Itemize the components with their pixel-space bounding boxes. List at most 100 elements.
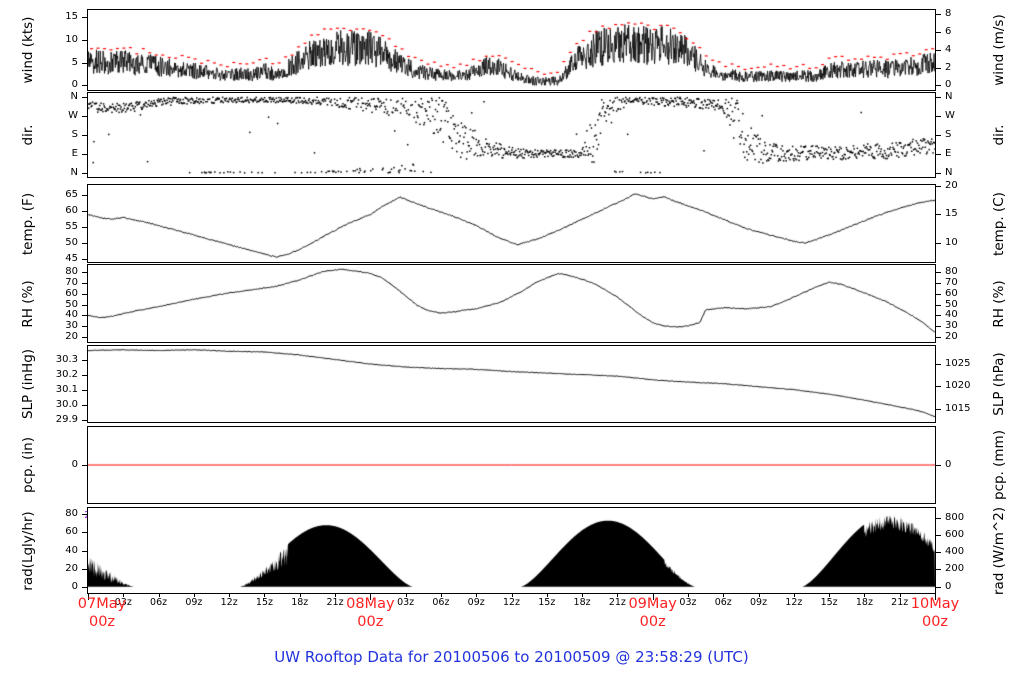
wind-left-tick-label: 15	[65, 10, 78, 22]
dir-right-tick-label: N	[945, 91, 953, 103]
rh-right-tick-label: 80	[945, 266, 958, 278]
time-axis-hour-label: 09z	[749, 597, 768, 608]
rad-left-tick-label: 60	[65, 526, 78, 538]
slp-left-tick-label: 30.3	[55, 353, 78, 365]
time-axis-hour-label: 18z	[855, 597, 873, 608]
time-axis-hour-label: 15z	[820, 597, 838, 608]
rad-right-axis-title: rad (W/m^2)	[991, 506, 1007, 595]
meteogram-figure: UW Rooftop Data for 20100506 to 20100509…	[0, 0, 1024, 700]
rad-right-tick-label: 800	[945, 511, 965, 523]
dir-right-tick-label: E	[945, 147, 952, 159]
wind-right-tick-label: 0	[945, 79, 952, 91]
time-axis-hour-label: 18z	[573, 597, 591, 608]
slp-left-tick-label: 30.1	[55, 383, 78, 395]
rh-plot-canvas	[88, 265, 935, 342]
temp-right-tick-label: 10	[945, 236, 958, 248]
rad-left-tick-label: 20	[65, 562, 78, 574]
time-axis-hour-label: 12z	[220, 597, 238, 608]
wind-right-tick-label: 2	[945, 61, 952, 73]
slp-right-tick-label: 1020	[945, 380, 971, 392]
temp-left-tick-label: 55	[65, 221, 78, 233]
figure-title: UW Rooftop Data for 20100506 to 20100509…	[274, 648, 749, 666]
day-label-date: 09May	[628, 596, 677, 612]
time-axis-hour-label: 06z	[714, 597, 732, 608]
rad-left-axis-title: rad(Lgly/hr)	[20, 510, 36, 591]
wind-right-tick-label: 6	[945, 26, 952, 38]
dir-left-tick-label: W	[68, 110, 78, 122]
time-axis-hour-label: 06z	[432, 597, 450, 608]
time-axis-hour-label: 09z	[467, 597, 485, 608]
wind-left-tick-label: 5	[71, 56, 78, 68]
wind-panel	[87, 9, 936, 91]
time-axis-hour-label: 18z	[291, 597, 309, 608]
rh-left-tick-label: 30	[65, 319, 78, 331]
slp-left-tick-label: 29.9	[55, 413, 78, 425]
day-label-date: 10May	[910, 596, 960, 612]
rh-left-tick-label: 80	[65, 266, 78, 278]
pcp-left-tick-label: 0	[71, 459, 78, 470]
time-axis-hour-label: 15z	[255, 597, 273, 608]
day-label-date: 08May	[346, 596, 395, 612]
dir-right-tick-label: W	[945, 110, 955, 122]
wind-plot-canvas	[88, 10, 935, 90]
pcp-plot-canvas	[88, 427, 935, 503]
temp-left-tick-label: 50	[65, 236, 78, 248]
rh-left-tick-label: 60	[65, 287, 78, 299]
slp-right-tick-label: 1025	[945, 358, 971, 370]
rh-right-tick-label: 60	[945, 287, 958, 299]
rh-left-tick-label: 70	[65, 277, 78, 289]
dir-right-tick-label: S	[945, 129, 952, 140]
rh-right-tick-label: 50	[945, 298, 958, 310]
rad-right-tick-label: 200	[945, 563, 965, 575]
time-axis-hour-label: 15z	[538, 597, 556, 608]
rh-left-tick-label: 40	[65, 309, 78, 321]
dir-right-tick-label: N	[945, 166, 953, 178]
rh-right-tick-label: 40	[945, 309, 958, 321]
rad-left-tick-label: 40	[65, 544, 78, 556]
time-axis-hour-label: 09z	[185, 597, 203, 608]
time-axis-hour-label: 12z	[502, 597, 521, 608]
rad-right-tick-label: 0	[945, 580, 952, 592]
dir-plot-canvas	[88, 93, 935, 177]
temp-plot-canvas	[88, 185, 935, 262]
rh-left-tick-label: 50	[65, 298, 78, 310]
slp-left-tick-label: 30.0	[55, 398, 78, 410]
temp-left-tick-label: 60	[65, 205, 78, 217]
pcp-panel	[87, 426, 936, 504]
pcp-right-tick-label: 0	[945, 459, 952, 470]
day-label-hour: 00z	[357, 614, 384, 630]
wind-right-tick-label: 8	[945, 8, 952, 20]
day-label-hour: 00z	[921, 614, 949, 630]
dir-panel	[87, 92, 936, 178]
temp-left-tick-label: 65	[65, 189, 78, 201]
rad-right-tick-label: 600	[945, 529, 965, 541]
wind-right-tick-label: 4	[945, 43, 952, 55]
temp-right-tick-label: 15	[945, 208, 958, 220]
rh-right-tick-label: 20	[945, 330, 958, 342]
rh-right-tick-label: 70	[945, 277, 958, 289]
dir-left-tick-label: N	[70, 166, 78, 178]
temp-left-tick-label: 45	[65, 252, 78, 264]
rad-plot-canvas	[88, 508, 935, 593]
time-axis-hour-label: 12z	[785, 597, 803, 608]
rh-right-tick-label: 30	[945, 319, 958, 331]
dir-left-tick-label: E	[71, 147, 78, 159]
dir-left-tick-label: N	[70, 91, 78, 103]
rh-panel	[87, 264, 936, 343]
day-label-date: 07May	[77, 596, 127, 612]
rad-right-tick-label: 400	[945, 546, 965, 558]
day-label-hour: 00z	[88, 614, 116, 630]
slp-plot-canvas	[88, 346, 935, 422]
rad-panel	[87, 507, 936, 594]
day-label-hour: 00z	[639, 614, 666, 630]
dir-left-tick-label: S	[71, 129, 78, 140]
slp-left-tick-label: 30.2	[55, 368, 78, 380]
rh-left-tick-label: 20	[65, 330, 78, 342]
temp-panel	[87, 184, 936, 263]
time-axis-hour-label: 06z	[150, 597, 168, 608]
temp-right-tick-label: 20	[945, 179, 958, 191]
slp-panel	[87, 345, 936, 423]
rad-left-tick-label: 80	[65, 508, 78, 520]
rad-left-tick-label: 0	[71, 580, 78, 592]
wind-left-tick-label: 10	[65, 33, 78, 45]
